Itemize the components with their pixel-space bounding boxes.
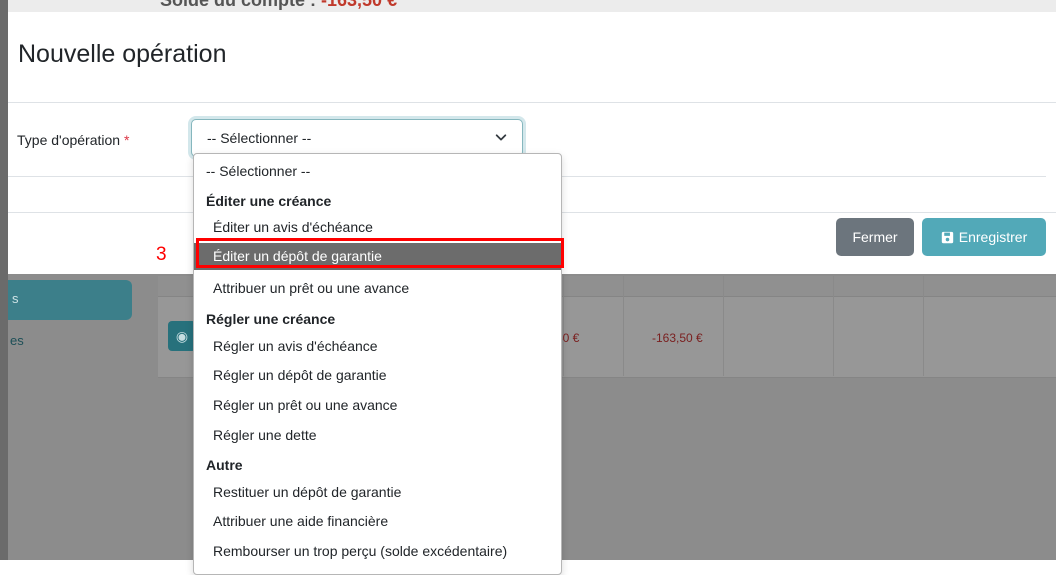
balance-amount: -163,50 € [652, 331, 703, 345]
option-rembourser-trop-percu[interactable]: Rembourser un trop perçu (solde excédent… [194, 538, 561, 565]
divider [8, 102, 1056, 103]
required-marker: * [123, 132, 130, 148]
option-regler-pret-avance[interactable]: Régler un prêt ou une avance [194, 392, 561, 419]
close-button[interactable]: Fermer [836, 218, 914, 256]
column-divider [833, 276, 834, 376]
select-value: -- Sélectionner -- [207, 130, 312, 146]
column-divider [623, 276, 624, 376]
option-attribuer-aide-financiere[interactable]: Attribuer une aide financière [194, 508, 561, 535]
operation-type-select[interactable]: -- Sélectionner -- [191, 119, 523, 157]
floppy-disk-icon [941, 231, 953, 244]
eye-icon: ◉ [175, 328, 189, 344]
option-regler-avis-echeance[interactable]: Régler un avis d'échéance [194, 333, 561, 360]
group-editer-creance: Éditer une créance [206, 193, 332, 209]
backdrop-edge [0, 0, 8, 560]
step-highlight-box [196, 238, 564, 268]
option-editer-avis-echeance[interactable]: Éditer un avis d'échéance [194, 214, 561, 241]
option-placeholder[interactable]: -- Sélectionner -- [194, 158, 561, 185]
save-button[interactable]: Enregistrer [922, 218, 1046, 256]
account-balance-header: Solde du compte : -163,50 € [0, 0, 1056, 12]
column-divider [723, 276, 724, 376]
option-regler-dette[interactable]: Régler une dette [194, 422, 561, 449]
option-regler-depot-garantie[interactable]: Régler un dépôt de garantie [194, 362, 561, 389]
sidebar-item[interactable]: es [10, 333, 24, 348]
group-autre: Autre [206, 457, 243, 473]
option-restituer-depot-garantie[interactable]: Restituer un dépôt de garantie [194, 479, 561, 506]
operation-type-dropdown: -- Sélectionner -- Éditer une créance Éd… [193, 153, 562, 575]
step-number: 3 [156, 244, 167, 265]
group-regler-creance: Régler une créance [206, 311, 336, 327]
account-balance-text: Solde du compte : -163,50 € [160, 0, 398, 10]
sidebar-item-active[interactable]: s [8, 280, 132, 320]
column-divider [563, 276, 564, 376]
view-button[interactable]: ◉ [168, 321, 196, 351]
operation-type-label: Type d'opération * [17, 132, 130, 148]
option-attribuer-pret-avance[interactable]: Attribuer un prêt ou une avance [194, 275, 561, 302]
column-divider [923, 276, 924, 376]
modal-title: Nouvelle opération [18, 40, 227, 68]
chevron-down-icon [495, 134, 507, 141]
